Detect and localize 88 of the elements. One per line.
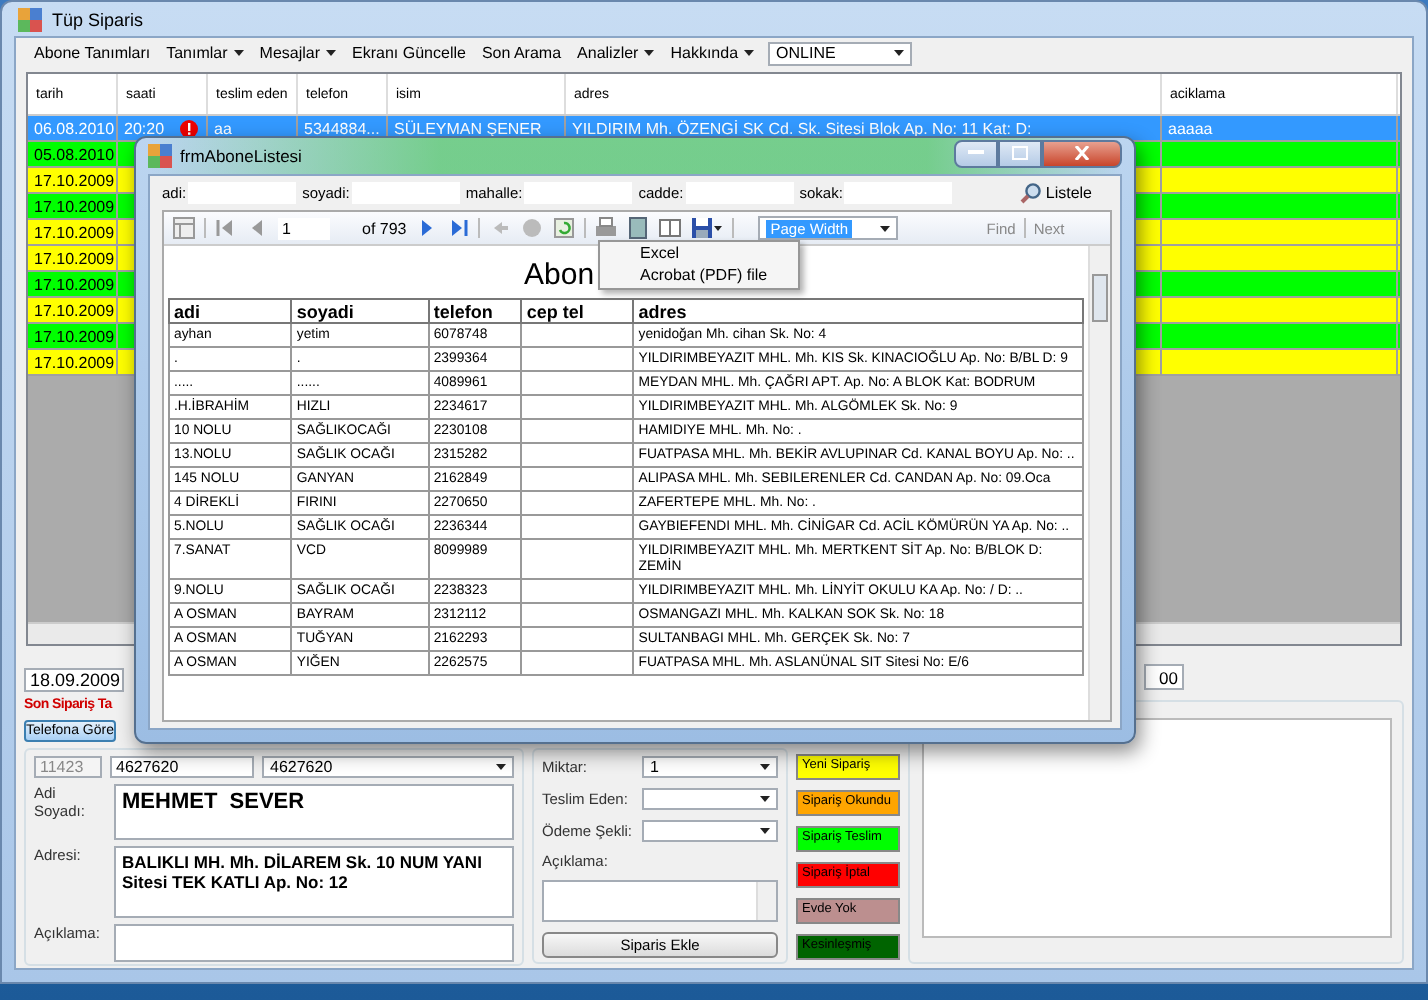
table-cell [521, 443, 634, 467]
vertical-scrollbar[interactable] [1088, 246, 1110, 720]
phone-field[interactable]: 4627620 [110, 756, 254, 778]
minimize-icon [968, 150, 984, 156]
first-page-icon[interactable] [214, 216, 238, 240]
table-cell: aaaaa [1168, 119, 1213, 137]
column-header: soyadi [291, 299, 429, 323]
payment-combobox[interactable] [642, 820, 778, 842]
quantity-combobox[interactable]: 1 [642, 756, 778, 778]
address-field[interactable]: BALIKLI MH. Mh. DİLAREM Sk. 10 NUM YANI Sitesi TEK KATLI Ap. No: 12 [114, 846, 514, 918]
table-cell [521, 395, 634, 419]
table-cell: 05.08.2010 [34, 145, 115, 163]
table-cell: SÜLEYMAN ŞENER [394, 119, 542, 137]
maximize-icon [1012, 146, 1028, 160]
dropdown-arrow-icon [759, 796, 769, 802]
maximize-button[interactable] [998, 139, 1042, 167]
phone-combobox[interactable]: 4627620 [262, 756, 514, 778]
courier-combobox[interactable] [642, 788, 778, 810]
menu-item[interactable]: Ekranı Güncelle [346, 44, 472, 62]
menu-item[interactable]: Son Arama [475, 44, 568, 62]
table-cell [521, 539, 634, 579]
table-cell [521, 579, 634, 603]
table-cell: 20:20 [124, 119, 165, 137]
table-cell [521, 347, 634, 371]
page-number-field[interactable]: 1 [278, 217, 330, 239]
app-icon [148, 144, 172, 168]
table-cell: YILDIRIM Mh. ÖZENGİ SK Cd. Sk. Sitesi Blok Ap. No: 11 Kat: D: [572, 119, 1032, 137]
column-header: telefon [428, 299, 522, 323]
window-title: Tüp Siparis [52, 9, 144, 29]
note-field[interactable] [114, 924, 514, 962]
table-cell: 17.10.2009 [34, 327, 115, 345]
column-header: adi [169, 299, 292, 323]
table-cell: 5344884... [304, 119, 380, 137]
table-cell [521, 491, 634, 515]
mode-combobox[interactable]: ONLINE [768, 41, 913, 65]
table-cell: 17.10.2009 [34, 197, 115, 215]
menu-item[interactable]: Analizler [571, 44, 661, 62]
menu-item[interactable]: Tanımlar [160, 44, 250, 62]
report-title: Abon [524, 257, 595, 291]
table-cell: 06.08.2010 [34, 119, 115, 137]
total-field[interactable]: 00 [1144, 664, 1184, 690]
table-cell [521, 323, 634, 347]
close-icon [1074, 146, 1090, 160]
order-note-field[interactable] [542, 880, 778, 922]
page-count: of 793 [362, 219, 407, 237]
menu-item[interactable]: Excel [600, 244, 798, 264]
name-field[interactable]: MEHMET SEVER [114, 784, 514, 840]
dropdown-arrow-icon [759, 828, 769, 834]
table-cell: aa [214, 119, 232, 137]
print-icon[interactable] [594, 216, 619, 240]
page-setup-icon[interactable] [658, 216, 683, 240]
last-page-icon[interactable] [446, 216, 471, 240]
minimize-button[interactable] [954, 139, 998, 167]
menu-item[interactable]: Hakkında [664, 44, 761, 62]
table-cell: 17.10.2009 [34, 223, 115, 241]
dropdown-arrow-icon [893, 50, 904, 56]
table-cell [521, 419, 634, 443]
table-cell [521, 651, 634, 675]
table-cell [521, 515, 634, 539]
page-layout-icon[interactable] [626, 216, 651, 240]
close-button[interactable] [1042, 139, 1122, 167]
table-cell [521, 627, 634, 651]
menu-item[interactable]: Abone Tanımları [28, 44, 157, 62]
table-cell: 17.10.2009 [34, 249, 115, 267]
column-header: adres [633, 299, 1083, 323]
table-cell [521, 603, 634, 627]
dropdown-arrow-icon [495, 764, 505, 770]
save-icon[interactable] [690, 216, 725, 240]
column-header: cep tel [521, 299, 634, 323]
menu-item[interactable]: Mesajlar [253, 44, 343, 62]
table-cell: 17.10.2009 [34, 275, 115, 293]
table-cell: 17.10.2009 [34, 353, 115, 371]
document-map-icon[interactable] [172, 216, 196, 240]
dropdown-arrow-icon [879, 225, 890, 231]
menu-item[interactable]: Acrobat (PDF) file [600, 266, 798, 286]
app-icon [18, 7, 42, 31]
refresh-icon[interactable] [552, 216, 577, 240]
table-cell [521, 371, 634, 395]
dialog-title: frmAboneListesi [180, 146, 302, 166]
date-field[interactable]: 18.09.2009 [24, 668, 124, 692]
table-cell [521, 467, 634, 491]
table-cell: 17.10.2009 [34, 171, 115, 189]
stop-icon[interactable] [520, 216, 545, 240]
table-cell: 17.10.2009 [34, 301, 115, 319]
search-icon [1019, 181, 1042, 203]
dropdown-arrow-icon [759, 764, 769, 770]
list-button[interactable]: Listele [1019, 181, 1092, 203]
id-field: 11423 [34, 756, 102, 778]
